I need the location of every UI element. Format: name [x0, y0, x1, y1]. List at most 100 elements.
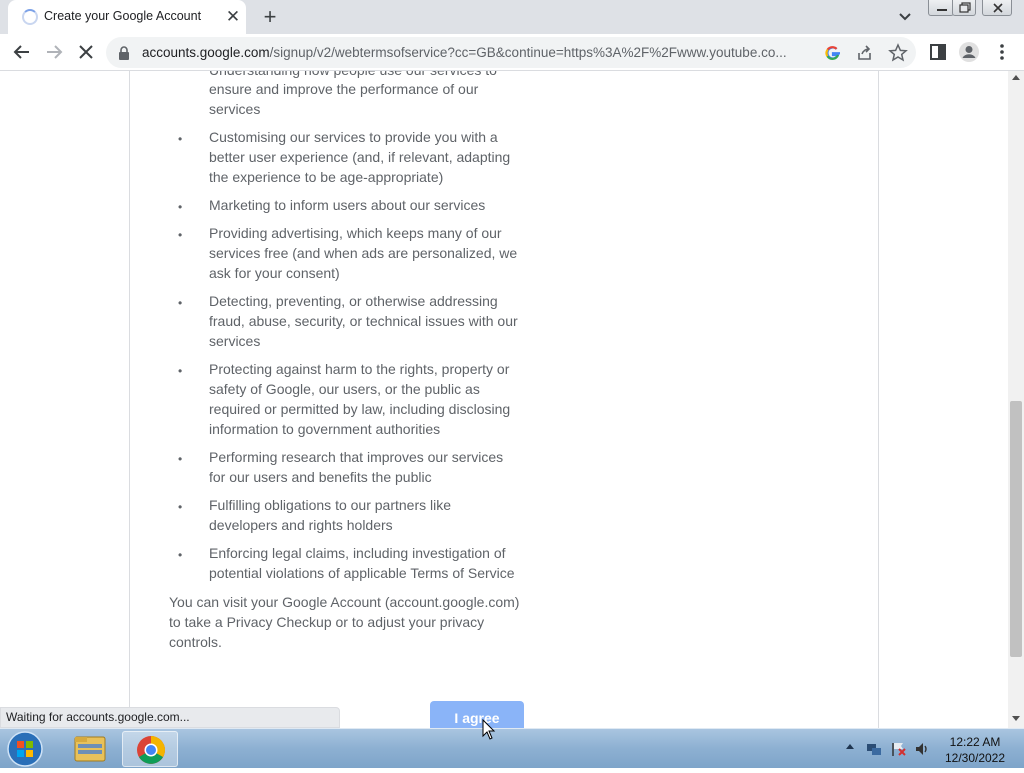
- bullet-line: information to government authorities: [209, 421, 441, 437]
- url-text[interactable]: accounts.google.com/signup/v2/webtermsof…: [142, 45, 822, 60]
- scroll-up-arrow-icon[interactable]: [1012, 75, 1020, 80]
- bullet-dot: •: [178, 364, 183, 378]
- close-tab-icon[interactable]: ✕: [224, 8, 242, 26]
- forward-arrow-icon[interactable]: [42, 40, 66, 64]
- terms-list-item: • Protecting against harm to the rights, …: [178, 359, 538, 439]
- window-restore-button[interactable]: [952, 0, 976, 16]
- bullet-dot: •: [178, 452, 183, 466]
- privacy-line: You can visit your Google Account (accou…: [169, 594, 520, 610]
- taskbar-chrome[interactable]: [122, 731, 178, 767]
- share-icon[interactable]: [856, 44, 874, 62]
- terms-list-item: • Marketing to inform users about our ser…: [178, 195, 538, 215]
- show-hidden-icons-icon[interactable]: [846, 744, 854, 749]
- bullet-line: Detecting, preventing, or otherwise addr…: [209, 293, 498, 309]
- loading-spinner-icon: [22, 9, 38, 25]
- bullet-line: ensure and improve the performance of ou…: [209, 81, 479, 97]
- page-content: Understanding how people use our service…: [0, 71, 1008, 728]
- window-minimize-button[interactable]: [928, 0, 954, 16]
- stop-loading-icon[interactable]: [74, 40, 98, 64]
- bullet-line: Fulfilling obligations to our partners l…: [209, 497, 452, 513]
- lock-icon[interactable]: [118, 46, 130, 60]
- bullet-dot: •: [178, 200, 183, 214]
- terms-list-item: • Enforcing legal claims, including inves…: [178, 543, 538, 583]
- terms-list-item: • Detecting, preventing, or otherwise add…: [178, 291, 538, 351]
- taskbar-clock[interactable]: 12:22 AM 12/30/2022: [940, 734, 1010, 766]
- tab-title: Create your Google Account: [44, 9, 202, 23]
- i-agree-button[interactable]: I agree: [430, 701, 524, 728]
- privacy-paragraph: You can visit your Google Account (accou…: [169, 592, 529, 652]
- bullet-dot: •: [178, 500, 183, 514]
- bullet-line: services: [209, 101, 261, 117]
- bullet-line: potential violations of applicable Terms…: [209, 565, 515, 581]
- google-g-icon[interactable]: [824, 44, 842, 62]
- terms-list-item: ensure and improve the performance of ou…: [178, 79, 538, 119]
- bullet-dot: •: [178, 228, 183, 242]
- url-host: accounts.google.com: [142, 45, 270, 60]
- mouse-cursor-icon: [482, 719, 496, 740]
- bullet-line: services: [209, 333, 261, 349]
- terms-list-item: • Performing research that improves our s…: [178, 447, 538, 487]
- bullet-line: for our users and benefits the public: [209, 469, 432, 485]
- privacy-line: to take a Privacy Checkup or to adjust y…: [169, 614, 485, 630]
- bullet-line: required or permitted by law, including …: [209, 401, 511, 417]
- new-tab-button[interactable]: +: [258, 5, 282, 29]
- network-icon[interactable]: [866, 741, 882, 757]
- terms-list-item: • Customising our services to provide you…: [178, 127, 538, 187]
- bullet-text: ensure and improve the performance of ou…: [209, 79, 529, 119]
- profile-icon[interactable]: [957, 40, 981, 64]
- bullet-line: fraud, abuse, security, or technical iss…: [209, 313, 518, 329]
- bullet-text: Fulfilling obligations to our partners l…: [209, 495, 529, 535]
- bullet-line: ask for your consent): [209, 265, 340, 281]
- volume-icon[interactable]: [914, 741, 930, 757]
- action-center-flag-icon[interactable]: [890, 741, 906, 757]
- bullet-dot: •: [178, 296, 183, 310]
- side-panel-icon[interactable]: [926, 40, 950, 64]
- tab-create-google-account[interactable]: Create your Google Account ✕: [8, 0, 246, 34]
- taskbar-explorer[interactable]: [62, 731, 118, 767]
- star-icon[interactable]: [888, 43, 908, 63]
- bullet-line: developers and rights holders: [209, 517, 393, 533]
- bullet-line: Customising our services to provide you …: [209, 129, 498, 145]
- vertical-scrollbar[interactable]: [1008, 71, 1024, 728]
- bullet-line: Performing research that improves our se…: [209, 449, 504, 465]
- bullet-line: the experience to be age-appropriate): [209, 169, 444, 185]
- bullet-line: Providing advertising, which keeps many …: [209, 225, 502, 241]
- bullet-line: services free (and when ads are personal…: [209, 245, 518, 261]
- scroll-down-arrow-icon[interactable]: [1012, 716, 1020, 721]
- status-bubble: Waiting for accounts.google.com...: [0, 707, 340, 728]
- clock-time: 12:22 AM: [949, 735, 1001, 749]
- bullet-line: Protecting against harm to the rights, p…: [209, 361, 510, 377]
- terms-list-item: • Providing advertising, which keeps many…: [178, 223, 538, 283]
- clock-date: 12/30/2022: [944, 751, 1006, 765]
- bullet-dot: •: [178, 132, 183, 146]
- bullet-line: Enforcing legal claims, including invest…: [209, 545, 506, 561]
- bullet-line: safety of Google, our users, or the publ…: [209, 381, 480, 397]
- bullet-text: Detecting, preventing, or otherwise addr…: [209, 291, 529, 351]
- window-close-button[interactable]: [982, 0, 1012, 16]
- browser-toolbar: accounts.google.com/signup/v2/webtermsof…: [0, 34, 1024, 71]
- kebab-menu-icon[interactable]: [990, 40, 1014, 64]
- folder-icon: [74, 736, 106, 762]
- bullet-text: Performing research that improves our se…: [209, 447, 529, 487]
- chevron-down-icon[interactable]: [894, 6, 916, 28]
- bullet-line: better user experience (and, if relevant…: [209, 149, 511, 165]
- terms-list-item: • Fulfilling obligations to our partners …: [178, 495, 538, 535]
- back-arrow-icon[interactable]: [10, 40, 34, 64]
- chrome-icon: [137, 736, 165, 764]
- card-border-left: [129, 71, 130, 728]
- windows-taskbar: 12:22 AM 12/30/2022: [0, 728, 1024, 768]
- privacy-line: controls.: [169, 634, 222, 650]
- url-path: /signup/v2/webtermsofservice?cc=GB&conti…: [269, 45, 787, 60]
- bullet-text: Enforcing legal claims, including invest…: [209, 543, 529, 583]
- address-bar[interactable]: accounts.google.com/signup/v2/webtermsof…: [106, 37, 916, 68]
- bullet-text: Customising our services to provide you …: [209, 127, 529, 187]
- tab-strip: Create your Google Account ✕ +: [0, 0, 1024, 34]
- bullet-text: Providing advertising, which keeps many …: [209, 223, 529, 283]
- bullet-dot: •: [178, 548, 183, 562]
- bullet-text: Marketing to inform users about our serv…: [209, 195, 529, 215]
- bullet-line: Marketing to inform users about our serv…: [209, 197, 486, 213]
- bullet-text: Protecting against harm to the rights, p…: [209, 359, 529, 439]
- scrollbar-thumb[interactable]: [1010, 401, 1022, 657]
- windows-start-button[interactable]: [4, 730, 46, 768]
- card-border-right: [878, 71, 879, 728]
